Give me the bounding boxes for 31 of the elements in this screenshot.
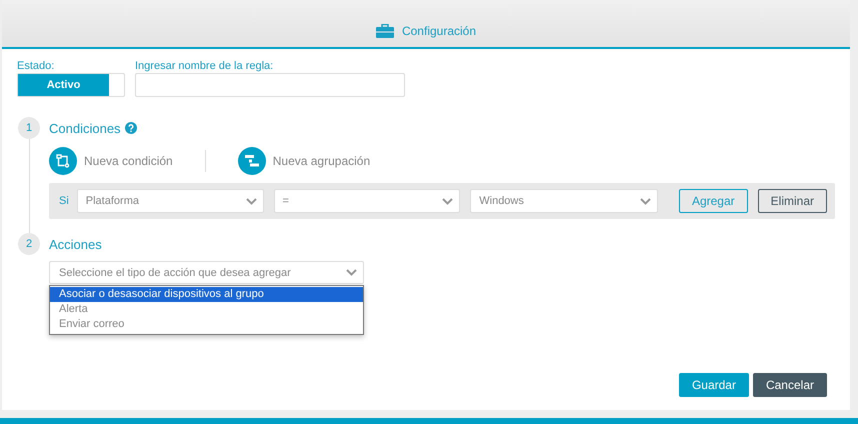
condition-icon[interactable] bbox=[49, 147, 77, 175]
cancel-button[interactable]: Cancelar bbox=[752, 373, 827, 397]
condition-select[interactable]: = bbox=[274, 189, 460, 213]
save-button[interactable]: Guardar bbox=[678, 373, 749, 397]
condition-select[interactable]: Plataforma bbox=[76, 189, 264, 213]
status-label: Estado: bbox=[17, 60, 56, 72]
rule-name-field[interactable] bbox=[135, 73, 405, 97]
status-toggle[interactable]: Activo bbox=[17, 73, 125, 97]
group-icon[interactable] bbox=[238, 147, 266, 175]
dropdown-option[interactable]: Asociar o desasociar dispositivos al grupo bbox=[50, 287, 363, 302]
remove-button[interactable]: Eliminar bbox=[758, 189, 827, 213]
briefcase-icon bbox=[376, 24, 394, 38]
condition-select[interactable]: Windows bbox=[470, 189, 658, 213]
tool-label[interactable]: Nueva condición bbox=[84, 154, 173, 168]
chevron-down-icon bbox=[640, 198, 651, 204]
step-number: 2 bbox=[18, 233, 40, 255]
header-title: Configuración bbox=[402, 24, 476, 38]
condition-prefix: Si bbox=[59, 195, 69, 207]
chevron-down-icon bbox=[442, 198, 454, 204]
step-number: 1 bbox=[18, 117, 40, 139]
step-title: Acciones bbox=[49, 236, 102, 252]
help-icon[interactable] bbox=[124, 122, 137, 134]
tool-label[interactable]: Nueva agrupación bbox=[272, 154, 370, 168]
chevron-down-icon bbox=[246, 198, 257, 204]
step-title: Condiciones bbox=[49, 120, 121, 136]
rule-name-label: Ingresar nombre de la regla: bbox=[135, 60, 274, 72]
action-select[interactable]: Seleccione el tipo de acción que desea agregar bbox=[49, 261, 364, 284]
dropdown-option[interactable]: Enviar correo bbox=[50, 317, 363, 332]
dropdown-option[interactable]: Alerta bbox=[50, 302, 363, 317]
chevron-down-icon bbox=[346, 269, 357, 276]
add-button[interactable]: Agregar bbox=[678, 189, 748, 213]
